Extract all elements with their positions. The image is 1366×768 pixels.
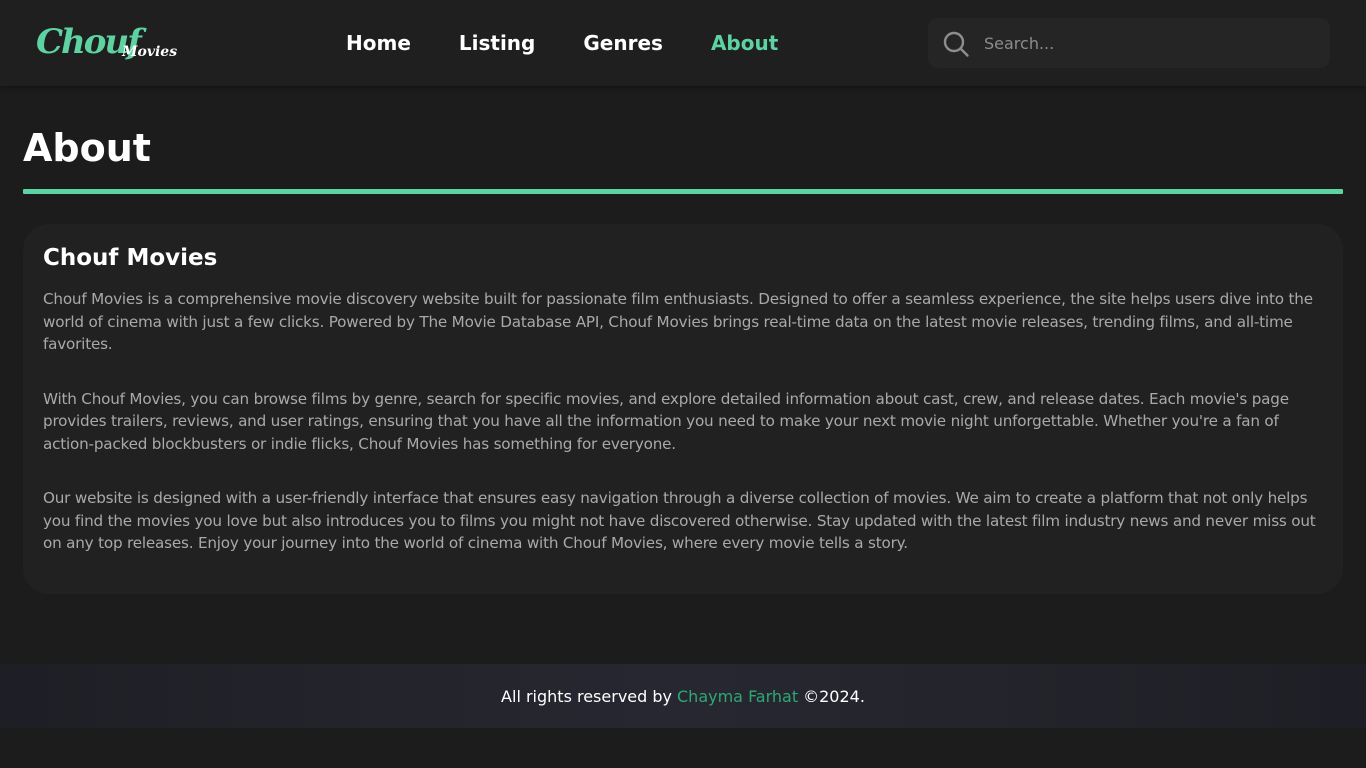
nav-link-listing[interactable]: Listing bbox=[459, 26, 535, 60]
site-header: Chouf Movies Home Listing Genres About bbox=[0, 0, 1366, 86]
site-logo[interactable]: Chouf Movies bbox=[36, 18, 178, 68]
about-paragraph: Our website is designed with a user-frie… bbox=[43, 489, 1316, 552]
nav-link-genres[interactable]: Genres bbox=[583, 26, 663, 60]
about-paragraph: With Chouf Movies, you can browse films … bbox=[43, 389, 1289, 453]
site-footer: All rights reserved by Chayma Farhat ©20… bbox=[0, 664, 1366, 728]
main-nav: Home Listing Genres About bbox=[346, 26, 778, 60]
search-input[interactable] bbox=[984, 18, 1314, 68]
search-box bbox=[928, 18, 1330, 68]
nav-link-home[interactable]: Home bbox=[346, 26, 411, 60]
search-icon[interactable] bbox=[942, 30, 970, 58]
about-paragraph: Chouf Movies is a comprehensive movie di… bbox=[43, 290, 1313, 353]
nav-link-about[interactable]: About bbox=[711, 26, 778, 60]
footer-prefix: All rights reserved by bbox=[501, 686, 672, 706]
title-divider bbox=[23, 189, 1343, 194]
footer-author-link[interactable]: Chayma Farhat bbox=[677, 687, 798, 706]
about-card: Chouf Movies Chouf Movies is a comprehen… bbox=[23, 224, 1343, 594]
logo-sub-text: Movies bbox=[122, 44, 178, 60]
about-card-heading: Chouf Movies bbox=[43, 245, 218, 271]
page-title: About bbox=[23, 126, 151, 170]
footer-copyright: ©2024. bbox=[803, 686, 865, 706]
